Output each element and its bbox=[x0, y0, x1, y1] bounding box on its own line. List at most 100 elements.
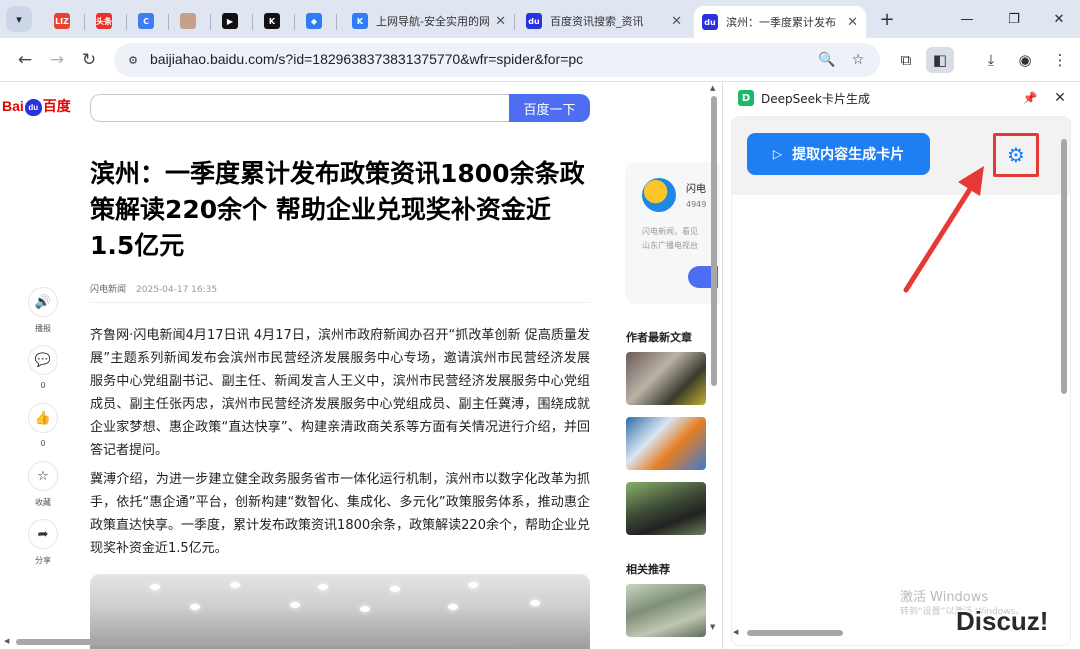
scroll-down-icon[interactable]: ▼ bbox=[710, 623, 715, 631]
author-name[interactable]: 闪电 bbox=[686, 180, 706, 195]
article-thumbnail[interactable] bbox=[626, 584, 706, 637]
scroll-left-icon[interactable]: ◀ bbox=[733, 628, 738, 636]
browser-tab[interactable] bbox=[166, 6, 210, 36]
article-action-share[interactable]: ➦ 分享 bbox=[28, 519, 58, 566]
browser-tab[interactable]: K bbox=[250, 6, 294, 36]
article-paragraph: 齐鲁网·闪电新闻4月17日讯 4月17日，滨州市政府新闻办召开“抓改革创新 促高… bbox=[90, 328, 590, 458]
reload-button[interactable]: ↻ bbox=[76, 47, 102, 73]
browser-tab[interactable]: ▶ bbox=[208, 6, 252, 36]
tab-title: 上网导航-安全实用的网 bbox=[376, 15, 490, 28]
restore-icon: ❐ bbox=[1008, 11, 1020, 27]
article-action-speaker[interactable]: 🔊 播报 bbox=[28, 287, 58, 334]
search-button[interactable]: 百度一下 bbox=[509, 94, 590, 122]
browser-tab[interactable]: ◆ bbox=[292, 6, 336, 36]
article-meta: 闪电新闻 2025-04-17 16:35 bbox=[90, 282, 217, 295]
close-icon[interactable]: ✕ bbox=[1050, 88, 1070, 108]
download-icon[interactable]: ⤓ bbox=[977, 47, 1005, 73]
search-input[interactable] bbox=[90, 94, 510, 122]
favicon-icon: ▶ bbox=[222, 13, 238, 29]
share-icon[interactable]: ➦ bbox=[28, 519, 58, 549]
thumbs-up-icon[interactable]: 👍 bbox=[28, 403, 58, 433]
favicon-icon: LIZ bbox=[54, 13, 70, 29]
plus-icon: + bbox=[879, 8, 895, 30]
browser-tab[interactable]: LIZ bbox=[40, 6, 84, 36]
action-label: 0 bbox=[40, 381, 46, 390]
favicon-icon: K bbox=[264, 13, 280, 29]
pin-icon[interactable]: 📌 bbox=[1020, 88, 1040, 108]
article-thumbnail[interactable] bbox=[626, 417, 706, 470]
generate-card-button[interactable]: ▷ 提取内容生成卡片 bbox=[747, 133, 930, 175]
forward-button[interactable]: → bbox=[44, 47, 70, 73]
baidu-logo[interactable]: Bai du 百度 bbox=[2, 96, 71, 116]
close-window-button[interactable]: ✕ bbox=[1036, 6, 1080, 32]
close-icon: ✕ bbox=[1053, 11, 1065, 27]
side-panel-title: DeepSeek卡片生成 bbox=[761, 92, 870, 106]
restore-button[interactable]: ❐ bbox=[991, 6, 1037, 32]
page-horizontal-scrollbar[interactable]: ◀ bbox=[0, 636, 708, 648]
scroll-up-icon[interactable]: ▲ bbox=[710, 84, 715, 92]
close-tab-icon[interactable]: ✕ bbox=[665, 14, 682, 29]
author-avatar[interactable] bbox=[642, 178, 676, 212]
bookmark-star-icon[interactable]: ☆ bbox=[847, 50, 869, 70]
article-action-comment[interactable]: 💬 0 bbox=[28, 345, 58, 390]
logo-text-left: Bai bbox=[2, 98, 24, 114]
baidu-paw-icon: du bbox=[24, 98, 42, 116]
tab-title: 滨州：一季度累计发布 bbox=[726, 16, 836, 29]
browser-tab[interactable]: C bbox=[124, 6, 168, 36]
play-icon: ▷ bbox=[772, 147, 783, 161]
extensions-icon[interactable]: ⧉ bbox=[892, 47, 920, 73]
new-tab-button[interactable]: + bbox=[876, 8, 898, 30]
favicon-icon: 头条 bbox=[96, 13, 112, 29]
article-thumbnail[interactable] bbox=[626, 482, 706, 535]
speaker-icon[interactable]: 🔊 bbox=[28, 287, 58, 317]
gear-icon[interactable]: ⚙ bbox=[1007, 143, 1025, 167]
profile-icon[interactable]: ◉ bbox=[1011, 47, 1039, 73]
tab-title: 百度资讯搜索_资讯 bbox=[550, 15, 644, 28]
article-thumbnail[interactable] bbox=[626, 352, 706, 405]
browser-tab[interactable]: du 百度资讯搜索_资讯 ✕ bbox=[518, 6, 690, 36]
article-source[interactable]: 闪电新闻 bbox=[90, 285, 126, 295]
browser-tab[interactable]: K 上网导航-安全实用的网 ✕ bbox=[344, 6, 514, 36]
scrollbar-thumb[interactable] bbox=[747, 630, 843, 636]
minimize-button[interactable]: — bbox=[944, 6, 990, 32]
url-text[interactable]: baijiahao.baidu.com/s?id=182963837383137… bbox=[150, 51, 583, 67]
reload-icon: ↻ bbox=[81, 50, 97, 70]
scroll-left-icon[interactable]: ◀ bbox=[4, 637, 9, 645]
comment-icon[interactable]: 💬 bbox=[28, 345, 58, 375]
article-paragraph: 冀溥介绍，为进一步建立健全政务服务省市一体化运行机制，滨州市以数字化改革为抓手，… bbox=[90, 472, 590, 556]
scrollbar-thumb[interactable] bbox=[1061, 139, 1067, 394]
tab-search-button[interactable]: ▾ bbox=[6, 6, 32, 32]
back-button[interactable]: ← bbox=[12, 47, 38, 73]
favicon-icon: ◆ bbox=[306, 13, 322, 29]
article-action-thumbs-up[interactable]: 👍 0 bbox=[28, 403, 58, 448]
discuz-watermark: Discuz! bbox=[956, 606, 1049, 636]
author-number: 4949 bbox=[686, 200, 707, 209]
divider bbox=[90, 302, 590, 303]
tab-separator bbox=[514, 14, 515, 30]
settings-highlight-box: ⚙ bbox=[993, 133, 1039, 177]
zoom-icon[interactable]: 🔍 bbox=[816, 50, 838, 70]
favicon-icon: du bbox=[702, 14, 718, 30]
close-tab-icon[interactable]: ✕ bbox=[841, 15, 858, 30]
panel-vertical-scrollbar[interactable] bbox=[1060, 127, 1068, 645]
favicon-icon: K bbox=[352, 13, 368, 29]
scrollbar-thumb[interactable] bbox=[16, 639, 516, 645]
extension-side-panel: D DeepSeek卡片生成 📌 ✕ ▷ 提取内容生成卡片 ⚙ ◀ bbox=[722, 82, 1080, 649]
action-label: 播报 bbox=[35, 324, 51, 333]
menu-icon[interactable]: ⋮ bbox=[1046, 47, 1074, 73]
article-action-star[interactable]: ☆ 收藏 bbox=[28, 461, 58, 508]
generate-card-label: 提取内容生成卡片 bbox=[792, 147, 905, 163]
scrollbar-thumb[interactable] bbox=[711, 96, 717, 386]
side-panel-icon[interactable]: ◧ bbox=[926, 47, 954, 73]
arrow-left-icon: ← bbox=[17, 50, 33, 70]
browser-tab[interactable]: du 滨州：一季度累计发布 ✕ bbox=[694, 6, 866, 38]
address-bar[interactable]: ⚙ baijiahao.baidu.com/s?id=1829638373831… bbox=[114, 43, 880, 77]
arrow-right-icon: → bbox=[49, 50, 65, 70]
close-tab-icon[interactable]: ✕ bbox=[489, 14, 506, 29]
page-vertical-scrollbar[interactable]: ▲ ▼ bbox=[708, 82, 720, 649]
site-info-icon[interactable]: ⚙ bbox=[122, 50, 144, 70]
article-date: 2025-04-17 16:35 bbox=[136, 285, 218, 295]
star-icon[interactable]: ☆ bbox=[28, 461, 58, 491]
action-label: 分享 bbox=[35, 556, 51, 565]
browser-tab[interactable]: 头条 bbox=[82, 6, 126, 36]
